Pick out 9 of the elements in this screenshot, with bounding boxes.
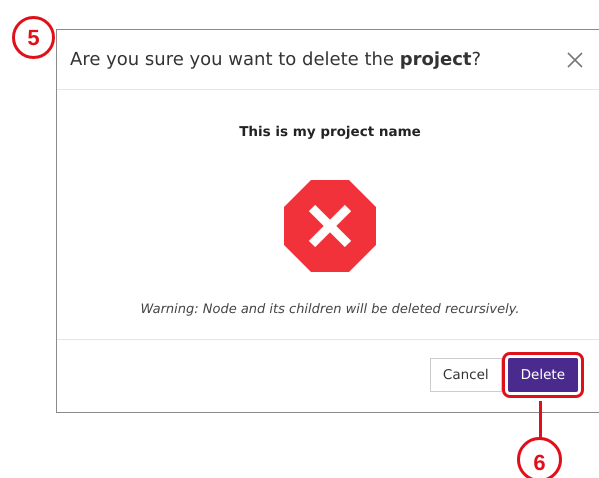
step-marker: 6 (517, 437, 562, 478)
dialog-title: Are you sure you want to delete the project? (70, 48, 482, 72)
stop-error-icon (284, 180, 376, 272)
dialog-button[interactable]: Cancel (430, 358, 502, 392)
warning-text: Warning: Node and its children will be deleted recursively. (140, 301, 520, 320)
close-icon[interactable] (567, 52, 583, 68)
project-name: This is my project name (239, 123, 421, 142)
step-marker: 5 (12, 16, 55, 59)
leader-line (539, 401, 542, 438)
